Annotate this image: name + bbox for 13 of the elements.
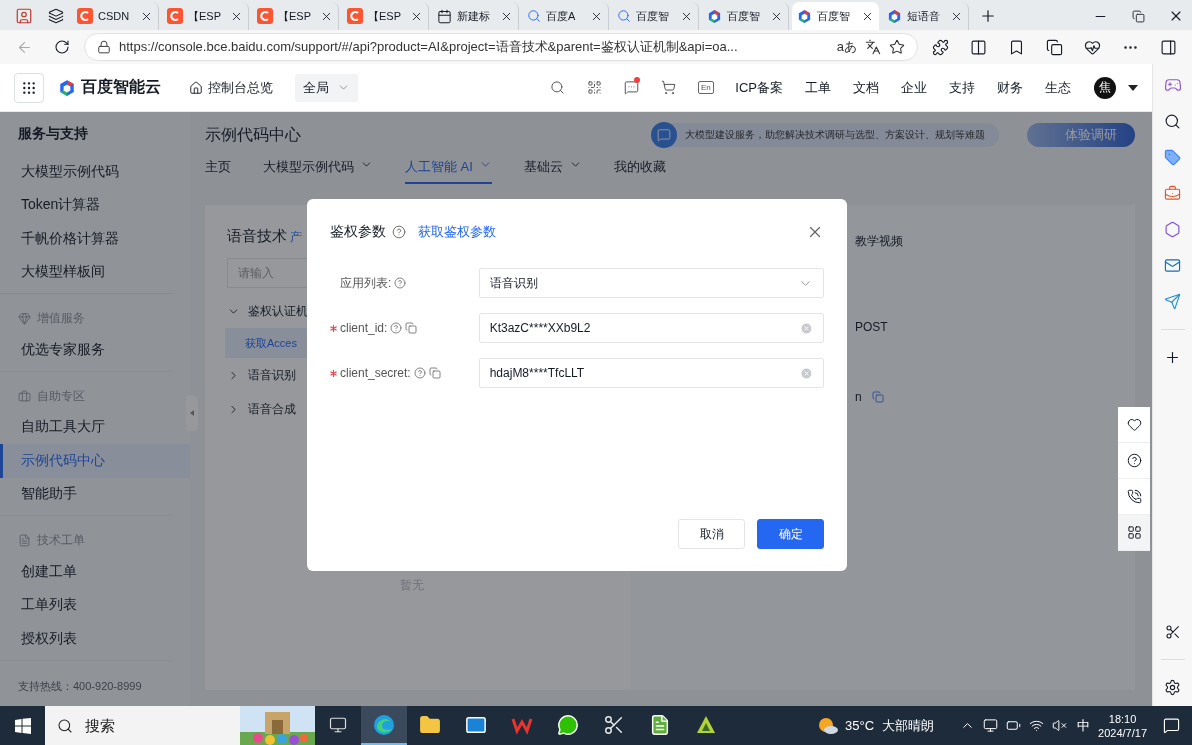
field-label: 应用列表: [340, 274, 392, 292]
support-hotline: 支持热线：400-920-8999 [17, 679, 143, 694]
logo-text: 百度智能云 [81, 77, 161, 97]
sidebar-title: 服务与支持 [17, 124, 89, 143]
temperature: 35°C [845, 718, 875, 733]
weather-text: 大部晴朗 [882, 716, 935, 735]
http-method: POST [855, 320, 889, 334]
field-label: client_secret: [340, 366, 411, 380]
dialog-title: 鉴权参数 [330, 223, 386, 241]
page-title: 示例代码中心 [205, 124, 301, 145]
panel-title: 语音技术 [227, 227, 287, 246]
token-text: n [855, 390, 862, 404]
field-label: client_id: [340, 321, 388, 335]
